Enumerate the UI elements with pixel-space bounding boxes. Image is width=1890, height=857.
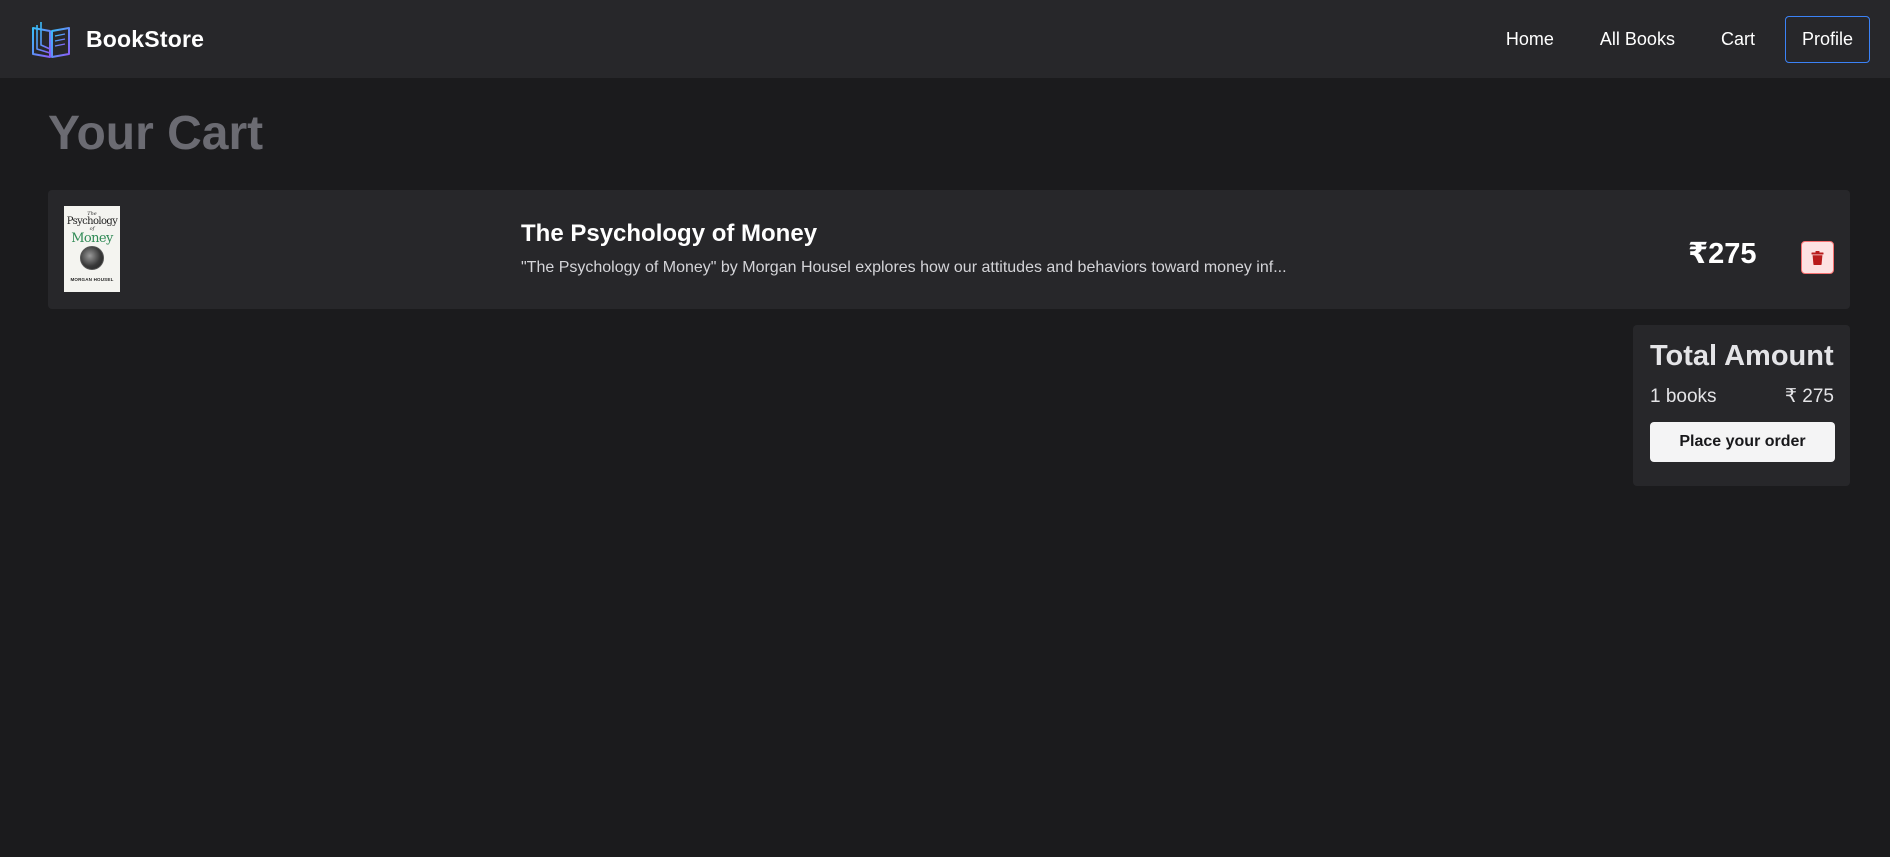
navbar: BookStore Home All Books Cart Profile xyxy=(0,0,1890,78)
total-heading: Total Amount xyxy=(1650,340,1834,372)
nav-link-all-books[interactable]: All Books xyxy=(1577,19,1698,60)
page-title: Your Cart xyxy=(48,107,264,160)
brand-link[interactable]: BookStore xyxy=(30,19,204,59)
place-order-button[interactable]: Place your order xyxy=(1650,421,1835,462)
item-description: "The Psychology of Money" by Morgan Hous… xyxy=(521,258,1287,276)
brand-name: BookStore xyxy=(86,25,205,52)
book-count: 1 books xyxy=(1650,385,1717,407)
cart-item: The Psychology of Money MORGAN HOUSEL Th… xyxy=(48,190,1850,309)
nav-link-cart[interactable]: Cart xyxy=(1698,19,1778,60)
open-book-icon xyxy=(32,22,70,58)
cover-text-money: Money xyxy=(71,230,113,246)
total-row: 1 books ₹ 275 xyxy=(1650,386,1834,409)
delete-item-button[interactable] xyxy=(1801,241,1834,274)
total-amount: ₹ 275 xyxy=(1784,385,1834,407)
cover-author: MORGAN HOUSEL xyxy=(70,276,114,282)
item-price: ₹275 xyxy=(1688,238,1757,270)
coin-illustration xyxy=(80,245,104,270)
nav-link-profile[interactable]: Profile xyxy=(1784,15,1870,63)
order-summary-card: Total Amount 1 books ₹ 275 Place your or… xyxy=(1633,325,1850,486)
book-cover-image: The Psychology of Money MORGAN HOUSEL xyxy=(64,206,120,292)
nav-links: Home All Books Cart Profile xyxy=(1483,15,1870,63)
trash-icon xyxy=(1811,250,1824,265)
item-title: The Psychology of Money xyxy=(521,220,818,247)
item-info: The Psychology of Money "The Psychology … xyxy=(521,220,1287,279)
nav-link-home[interactable]: Home xyxy=(1483,19,1577,60)
